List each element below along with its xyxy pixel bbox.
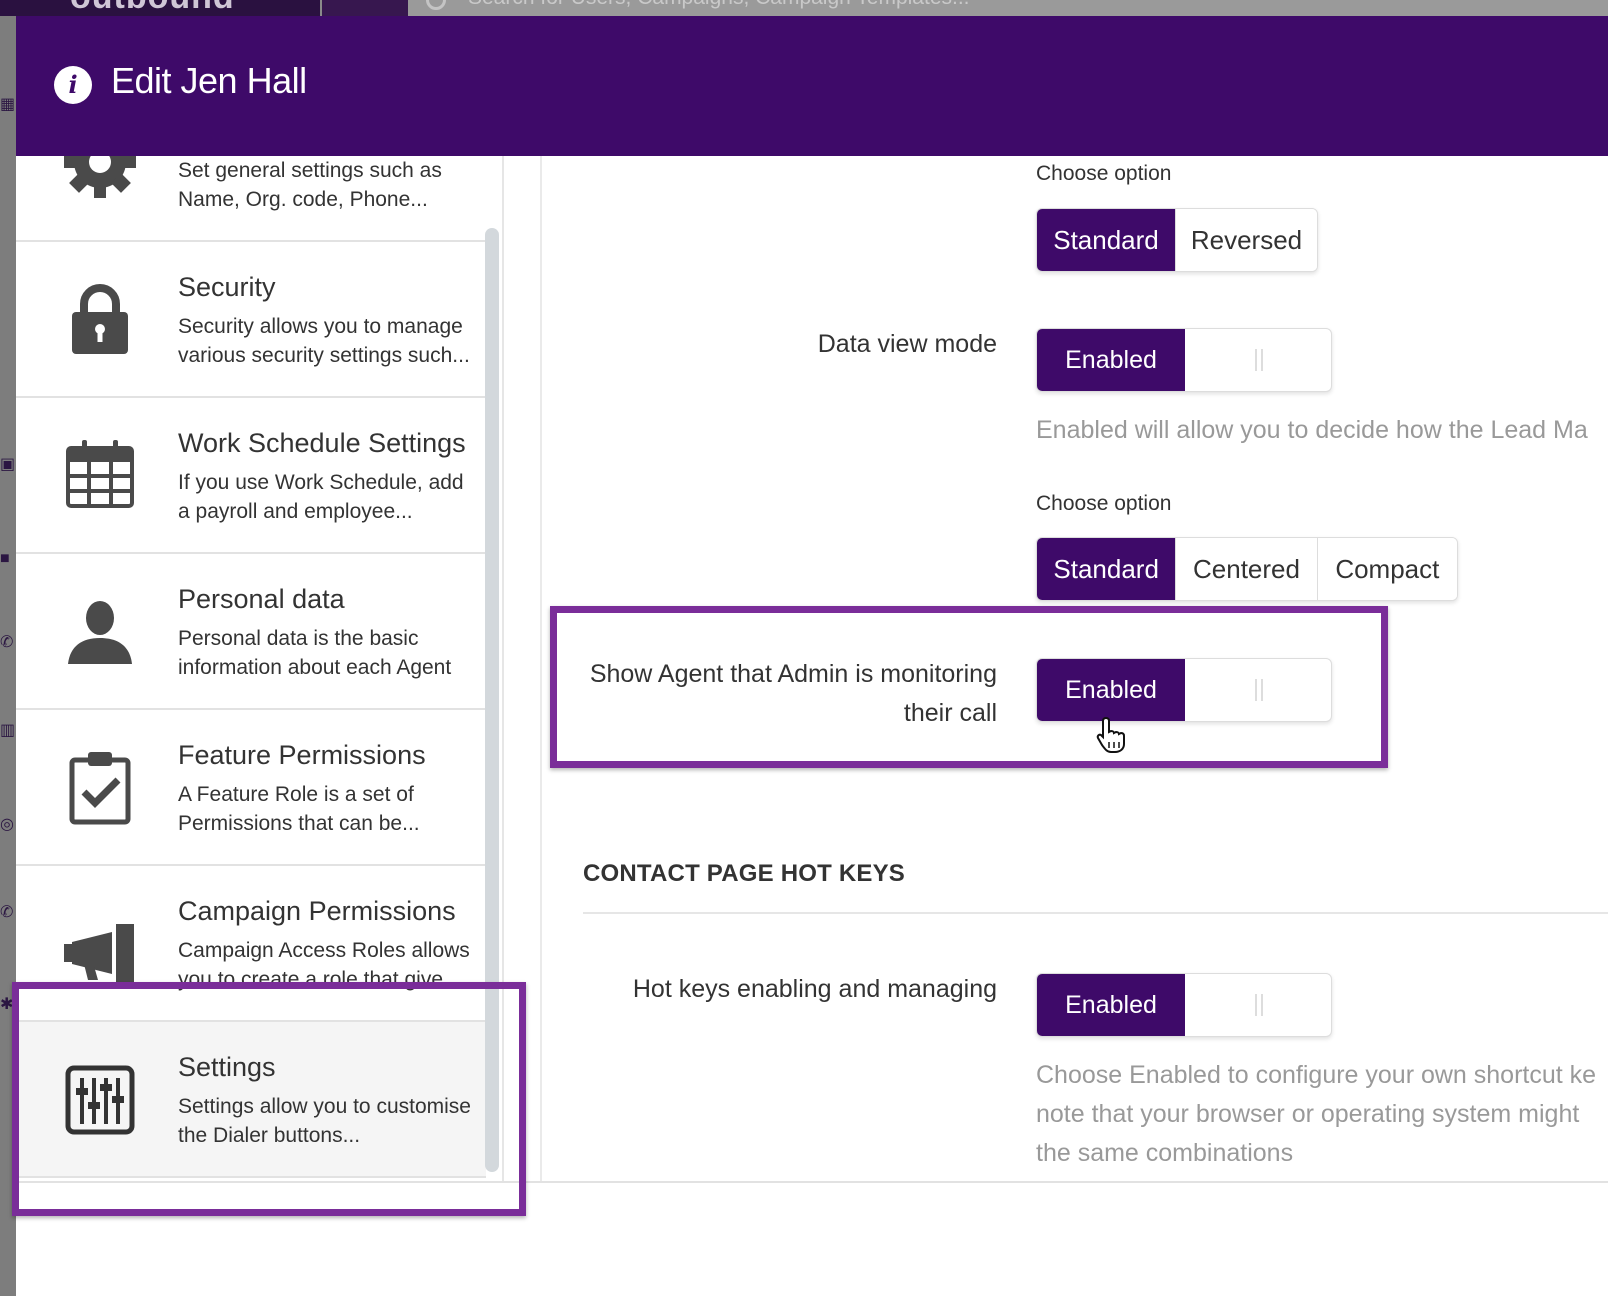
- choose-option-label: Choose option: [1036, 492, 1172, 515]
- sidebar-item-title: Work Schedule Settings: [178, 428, 466, 458]
- window-icon[interactable]: ▣: [0, 456, 15, 474]
- global-search[interactable]: Search for Users, Campaigns, Campaign Te…: [408, 0, 1608, 16]
- toggle-handle: [1255, 349, 1263, 371]
- divider: [583, 912, 1608, 914]
- option-standard[interactable]: Standard: [1037, 538, 1177, 600]
- hot-keys-help-line: note that your browser or operating syst…: [1036, 1100, 1580, 1128]
- option-reversed[interactable]: Reversed: [1176, 209, 1317, 271]
- calendar-icon: [62, 438, 138, 514]
- search-placeholder: Search for Users, Campaigns, Campaign Te…: [468, 0, 970, 10]
- hot-keys-toggle[interactable]: Enabled: [1036, 973, 1332, 1037]
- sidebar-item-desc: Personal data is the basic information a…: [178, 627, 452, 679]
- data-view-mode-label: Data view mode: [817, 330, 997, 358]
- gear-icon: [62, 156, 138, 200]
- lock-icon: [62, 282, 138, 358]
- display-order-selector: Standard Reversed: [1036, 208, 1318, 272]
- toggle-on-label: Enabled: [1037, 329, 1185, 391]
- choose-option-label: Choose option: [1036, 162, 1172, 185]
- phone-icon[interactable]: ✆: [0, 634, 14, 652]
- clipboard-check-icon: [62, 750, 138, 826]
- sidebar-item-desc: A Feature Role is a set of Permissions t…: [178, 783, 420, 835]
- sidebar-item-feature-permissions[interactable]: Feature Permissions A Feature Role is a …: [16, 710, 486, 866]
- sidebar-item-title: Campaign Permissions: [178, 896, 456, 926]
- modal-header: i Edit Jen Hall: [16, 16, 1608, 156]
- sidebar-item-work-schedule[interactable]: Work Schedule Settings If you use Work S…: [16, 398, 486, 554]
- sidebar-item-personal-data[interactable]: Personal data Personal data is the basic…: [16, 554, 486, 710]
- sidebar-item-desc: Security allows you to manage various se…: [178, 315, 470, 367]
- modal-title: Edit Jen Hall: [111, 60, 307, 101]
- megaphone-icon: [62, 916, 138, 992]
- data-view-help-text: Enabled will allow you to decide how the…: [1036, 416, 1588, 444]
- menu-button[interactable]: [322, 0, 408, 16]
- toggle-handle: [1255, 994, 1263, 1016]
- hand-cursor-icon: [1096, 716, 1130, 754]
- data-view-mode-toggle[interactable]: Enabled: [1036, 328, 1332, 392]
- phone-icon[interactable]: ✆: [0, 904, 14, 922]
- sidebar-item-title: Feature Permissions: [178, 740, 426, 770]
- sidebar-item-security[interactable]: Security Security allows you to manage v…: [16, 242, 486, 398]
- option-compact[interactable]: Compact: [1317, 538, 1457, 600]
- camera-icon[interactable]: ■: [0, 550, 14, 568]
- toggle-on-label: Enabled: [1037, 974, 1185, 1036]
- layout-selector: Standard Centered Compact: [1036, 537, 1458, 601]
- grid-icon[interactable]: ▦: [0, 96, 15, 114]
- person-icon: [62, 594, 138, 670]
- highlight-box: [550, 606, 1388, 768]
- target-icon[interactable]: ◎: [0, 816, 14, 834]
- chart-icon[interactable]: ▥: [0, 722, 15, 740]
- option-standard[interactable]: Standard: [1037, 209, 1177, 271]
- sidebar-item-title: Security: [178, 272, 276, 302]
- brand-logo: outbound: [0, 0, 320, 16]
- highlight-box: [12, 982, 526, 1216]
- app-topbar: outbound Search for Users, Campaigns, Ca…: [0, 0, 1608, 16]
- sidebar-item-desc: Set general settings such as Name, Org. …: [178, 159, 442, 211]
- sidebar-item-title: Personal data: [178, 584, 345, 614]
- info-icon: i: [54, 66, 92, 104]
- hot-keys-help-line: the same combinations: [1036, 1139, 1294, 1167]
- divider: [540, 156, 542, 1182]
- sidebar-item-desc: If you use Work Schedule, add a payroll …: [178, 471, 464, 523]
- option-centered[interactable]: Centered: [1176, 538, 1318, 600]
- hot-keys-label: Hot keys enabling and managing: [632, 975, 997, 1003]
- section-title: CONTACT PAGE HOT KEYS: [583, 860, 905, 887]
- hot-keys-help-line: Choose Enabled to configure your own sho…: [1036, 1061, 1597, 1089]
- sidebar-item-general[interactable]: Set general settings such as Name, Org. …: [16, 156, 486, 242]
- brand-text: outbound: [70, 0, 235, 16]
- search-icon: [426, 0, 446, 10]
